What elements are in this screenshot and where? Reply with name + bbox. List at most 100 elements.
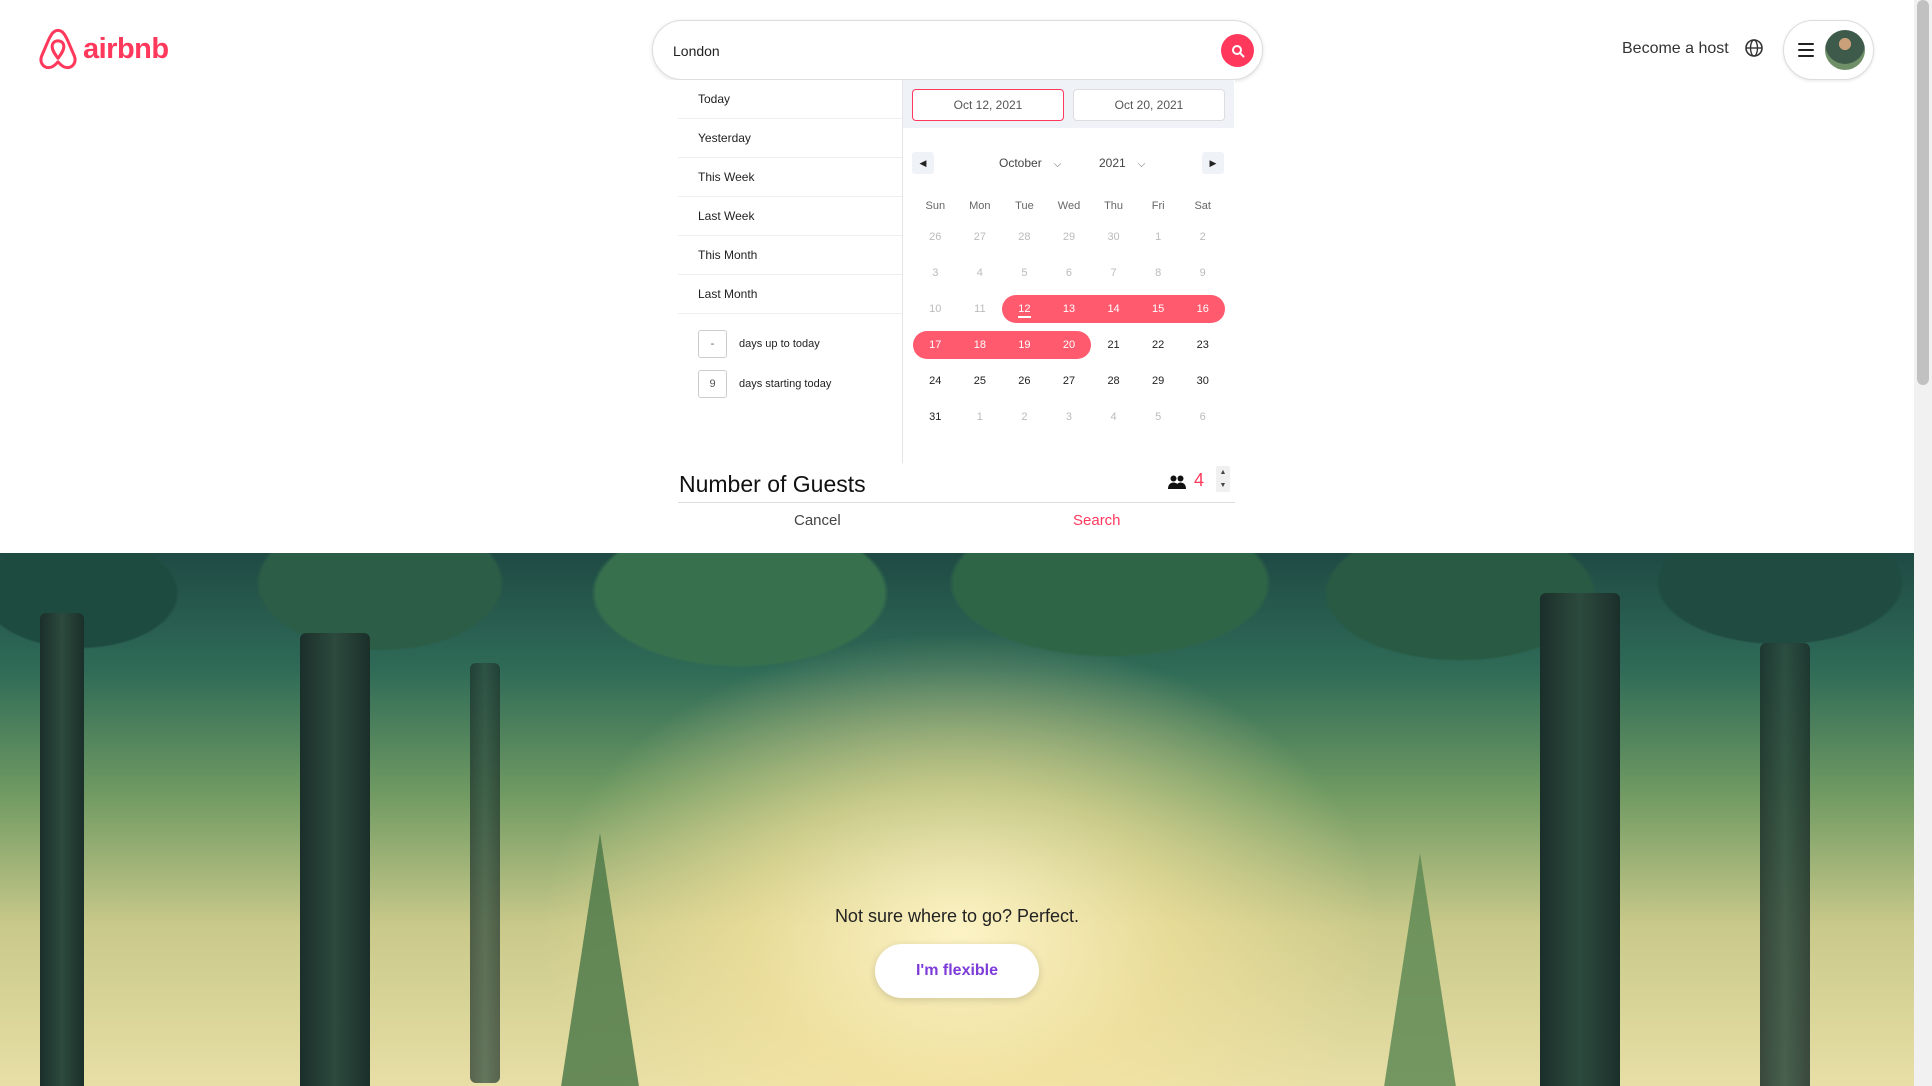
stepper-down-icon[interactable]: ▼ bbox=[1220, 482, 1227, 489]
language-button[interactable] bbox=[1744, 38, 1764, 63]
end-date-field[interactable]: Oct 20, 2021 bbox=[1073, 89, 1225, 121]
search-submit-button[interactable]: Search bbox=[1073, 512, 1121, 529]
calendar-day[interactable]: 22 bbox=[1136, 331, 1181, 359]
calendar-day-number: 10 bbox=[929, 303, 942, 315]
calendar-day-number: 17 bbox=[929, 339, 942, 351]
calendar-day-number: 26 bbox=[929, 231, 942, 243]
calendar-day[interactable]: 20 bbox=[1046, 331, 1092, 359]
next-month-button[interactable]: ▶ bbox=[1202, 152, 1224, 174]
calendar-day[interactable]: 19 bbox=[1002, 331, 1047, 359]
user-menu-button[interactable] bbox=[1783, 20, 1874, 80]
calendar-day[interactable]: 26 bbox=[1002, 367, 1047, 395]
avatar bbox=[1825, 30, 1865, 70]
scrollbar-thumb[interactable] bbox=[1917, 0, 1929, 385]
calendar-day-number: 6 bbox=[1199, 411, 1206, 423]
calendar-day[interactable]: 31 bbox=[913, 403, 958, 431]
date-range-header: Oct 12, 2021 Oct 20, 2021 bbox=[903, 80, 1234, 128]
start-date-field[interactable]: Oct 12, 2021 bbox=[912, 89, 1064, 121]
calendar-day: 11 bbox=[958, 295, 1003, 323]
days-up-to-today-label: days up to today bbox=[739, 338, 820, 350]
im-flexible-button[interactable]: I'm flexible bbox=[875, 944, 1039, 998]
weekday-label: Fri bbox=[1151, 200, 1165, 212]
calendar-day: 26 bbox=[913, 223, 958, 251]
calendar-day-number: 25 bbox=[973, 375, 986, 387]
guests-title: Number of Guests bbox=[679, 471, 866, 497]
calendar-day[interactable]: 30 bbox=[1180, 367, 1225, 395]
preset-last-month[interactable]: Last Month bbox=[678, 275, 902, 314]
pine-tree bbox=[1380, 853, 1460, 1086]
calendar-day[interactable]: 23 bbox=[1180, 331, 1225, 359]
preset-this-week[interactable]: This Week bbox=[678, 158, 902, 197]
search-input[interactable] bbox=[673, 39, 1173, 63]
calendar-day-number: 31 bbox=[929, 411, 942, 423]
calendar-day[interactable]: 27 bbox=[1047, 367, 1092, 395]
chevron-down-icon: ⌵ bbox=[1137, 159, 1146, 170]
calendar-day-number: 30 bbox=[1107, 231, 1120, 243]
calendar-day[interactable]: 25 bbox=[958, 367, 1003, 395]
calendar-day-number: 8 bbox=[1155, 267, 1162, 279]
year-select[interactable]: 2021 ⌵ bbox=[1099, 156, 1145, 170]
cancel-button[interactable]: Cancel bbox=[794, 512, 841, 529]
date-guest-dropdown: Today Yesterday This Week Last Week This… bbox=[668, 80, 1235, 550]
pine-tree bbox=[560, 833, 640, 1086]
menu-icon bbox=[1798, 43, 1814, 57]
calendar-day-number: 1 bbox=[976, 411, 983, 423]
calendar-day-number: 3 bbox=[932, 267, 939, 279]
month-select[interactable]: October ⌵ bbox=[999, 156, 1061, 170]
preset-today[interactable]: Today bbox=[678, 80, 902, 119]
calendar-day[interactable]: 16 bbox=[1180, 295, 1225, 323]
preset-this-month[interactable]: This Month bbox=[678, 236, 902, 275]
calendar-day[interactable]: 12 bbox=[1002, 295, 1047, 323]
calendar-day[interactable]: 28 bbox=[1091, 367, 1136, 395]
calendar-day-number: 6 bbox=[1065, 267, 1073, 279]
calendar-day: 2 bbox=[1180, 223, 1225, 251]
calendar-day-number: 2 bbox=[1199, 231, 1206, 243]
calendar-day[interactable]: 17 bbox=[913, 331, 958, 359]
calendar-day-number: 23 bbox=[1196, 339, 1209, 351]
search-button[interactable] bbox=[1221, 34, 1254, 67]
calendar-day-number: 15 bbox=[1152, 303, 1165, 315]
calendar-day[interactable]: 14 bbox=[1091, 295, 1136, 323]
stepper-up-icon[interactable]: ▲ bbox=[1220, 469, 1227, 476]
calendar-day-number: 2 bbox=[1021, 411, 1028, 423]
days-up-to-today-input[interactable]: - bbox=[698, 330, 727, 358]
calendar-day: 10 bbox=[913, 295, 958, 323]
calendar-day-number: 26 bbox=[1018, 375, 1031, 387]
calendar-day[interactable]: 18 bbox=[957, 331, 1003, 359]
guests-stepper[interactable]: ▲ ▼ bbox=[1216, 466, 1230, 492]
calendar-day-number: 11 bbox=[974, 303, 986, 315]
tree-trunk bbox=[40, 613, 84, 1086]
calendar-day[interactable]: 24 bbox=[913, 367, 958, 395]
month-label: October bbox=[999, 156, 1042, 170]
calendar-day-number: 18 bbox=[973, 339, 986, 351]
calendar-day-number: 3 bbox=[1065, 411, 1073, 423]
prev-month-button[interactable]: ◀ bbox=[912, 152, 934, 174]
calendar-day[interactable]: 15 bbox=[1135, 295, 1181, 323]
caret-left-icon: ◀ bbox=[919, 157, 927, 168]
guests-input[interactable]: 4 bbox=[1194, 470, 1204, 491]
calendar-day: 4 bbox=[1091, 403, 1136, 431]
calendar-day[interactable]: 13 bbox=[1046, 295, 1092, 323]
calendar-day[interactable]: 21 bbox=[1091, 331, 1136, 359]
calendar-day-number: 12 bbox=[1018, 303, 1031, 318]
days-starting-today-input[interactable]: 9 bbox=[698, 370, 727, 398]
preset-last-week[interactable]: Last Week bbox=[678, 197, 902, 236]
airbnb-logo-icon bbox=[39, 28, 77, 70]
calendar-day-number: 5 bbox=[1155, 411, 1162, 423]
calendar-day: 28 bbox=[1002, 223, 1047, 251]
year-label: 2021 bbox=[1099, 156, 1126, 170]
calendar-day[interactable]: 29 bbox=[1136, 367, 1181, 395]
guests-row: Number of Guests 4 ▲ ▼ bbox=[678, 463, 1235, 503]
preset-yesterday[interactable]: Yesterday bbox=[678, 119, 902, 158]
page-scrollbar[interactable] bbox=[1914, 0, 1932, 1086]
weekday-label: Sun bbox=[925, 200, 946, 212]
dropdown-actions: Cancel Search bbox=[668, 510, 1235, 540]
calendar-day-number: 19 bbox=[1018, 339, 1031, 351]
become-host-link[interactable]: Become a host bbox=[1622, 40, 1729, 58]
calendar-day: 1 bbox=[958, 403, 1003, 431]
calendar-day-number: 30 bbox=[1196, 375, 1209, 387]
airbnb-logo[interactable]: airbnb bbox=[39, 28, 169, 70]
date-presets: Today Yesterday This Week Last Week This… bbox=[678, 80, 903, 463]
calendar-day-number: 28 bbox=[1018, 231, 1031, 243]
calendar-day-number: 5 bbox=[1021, 267, 1028, 279]
